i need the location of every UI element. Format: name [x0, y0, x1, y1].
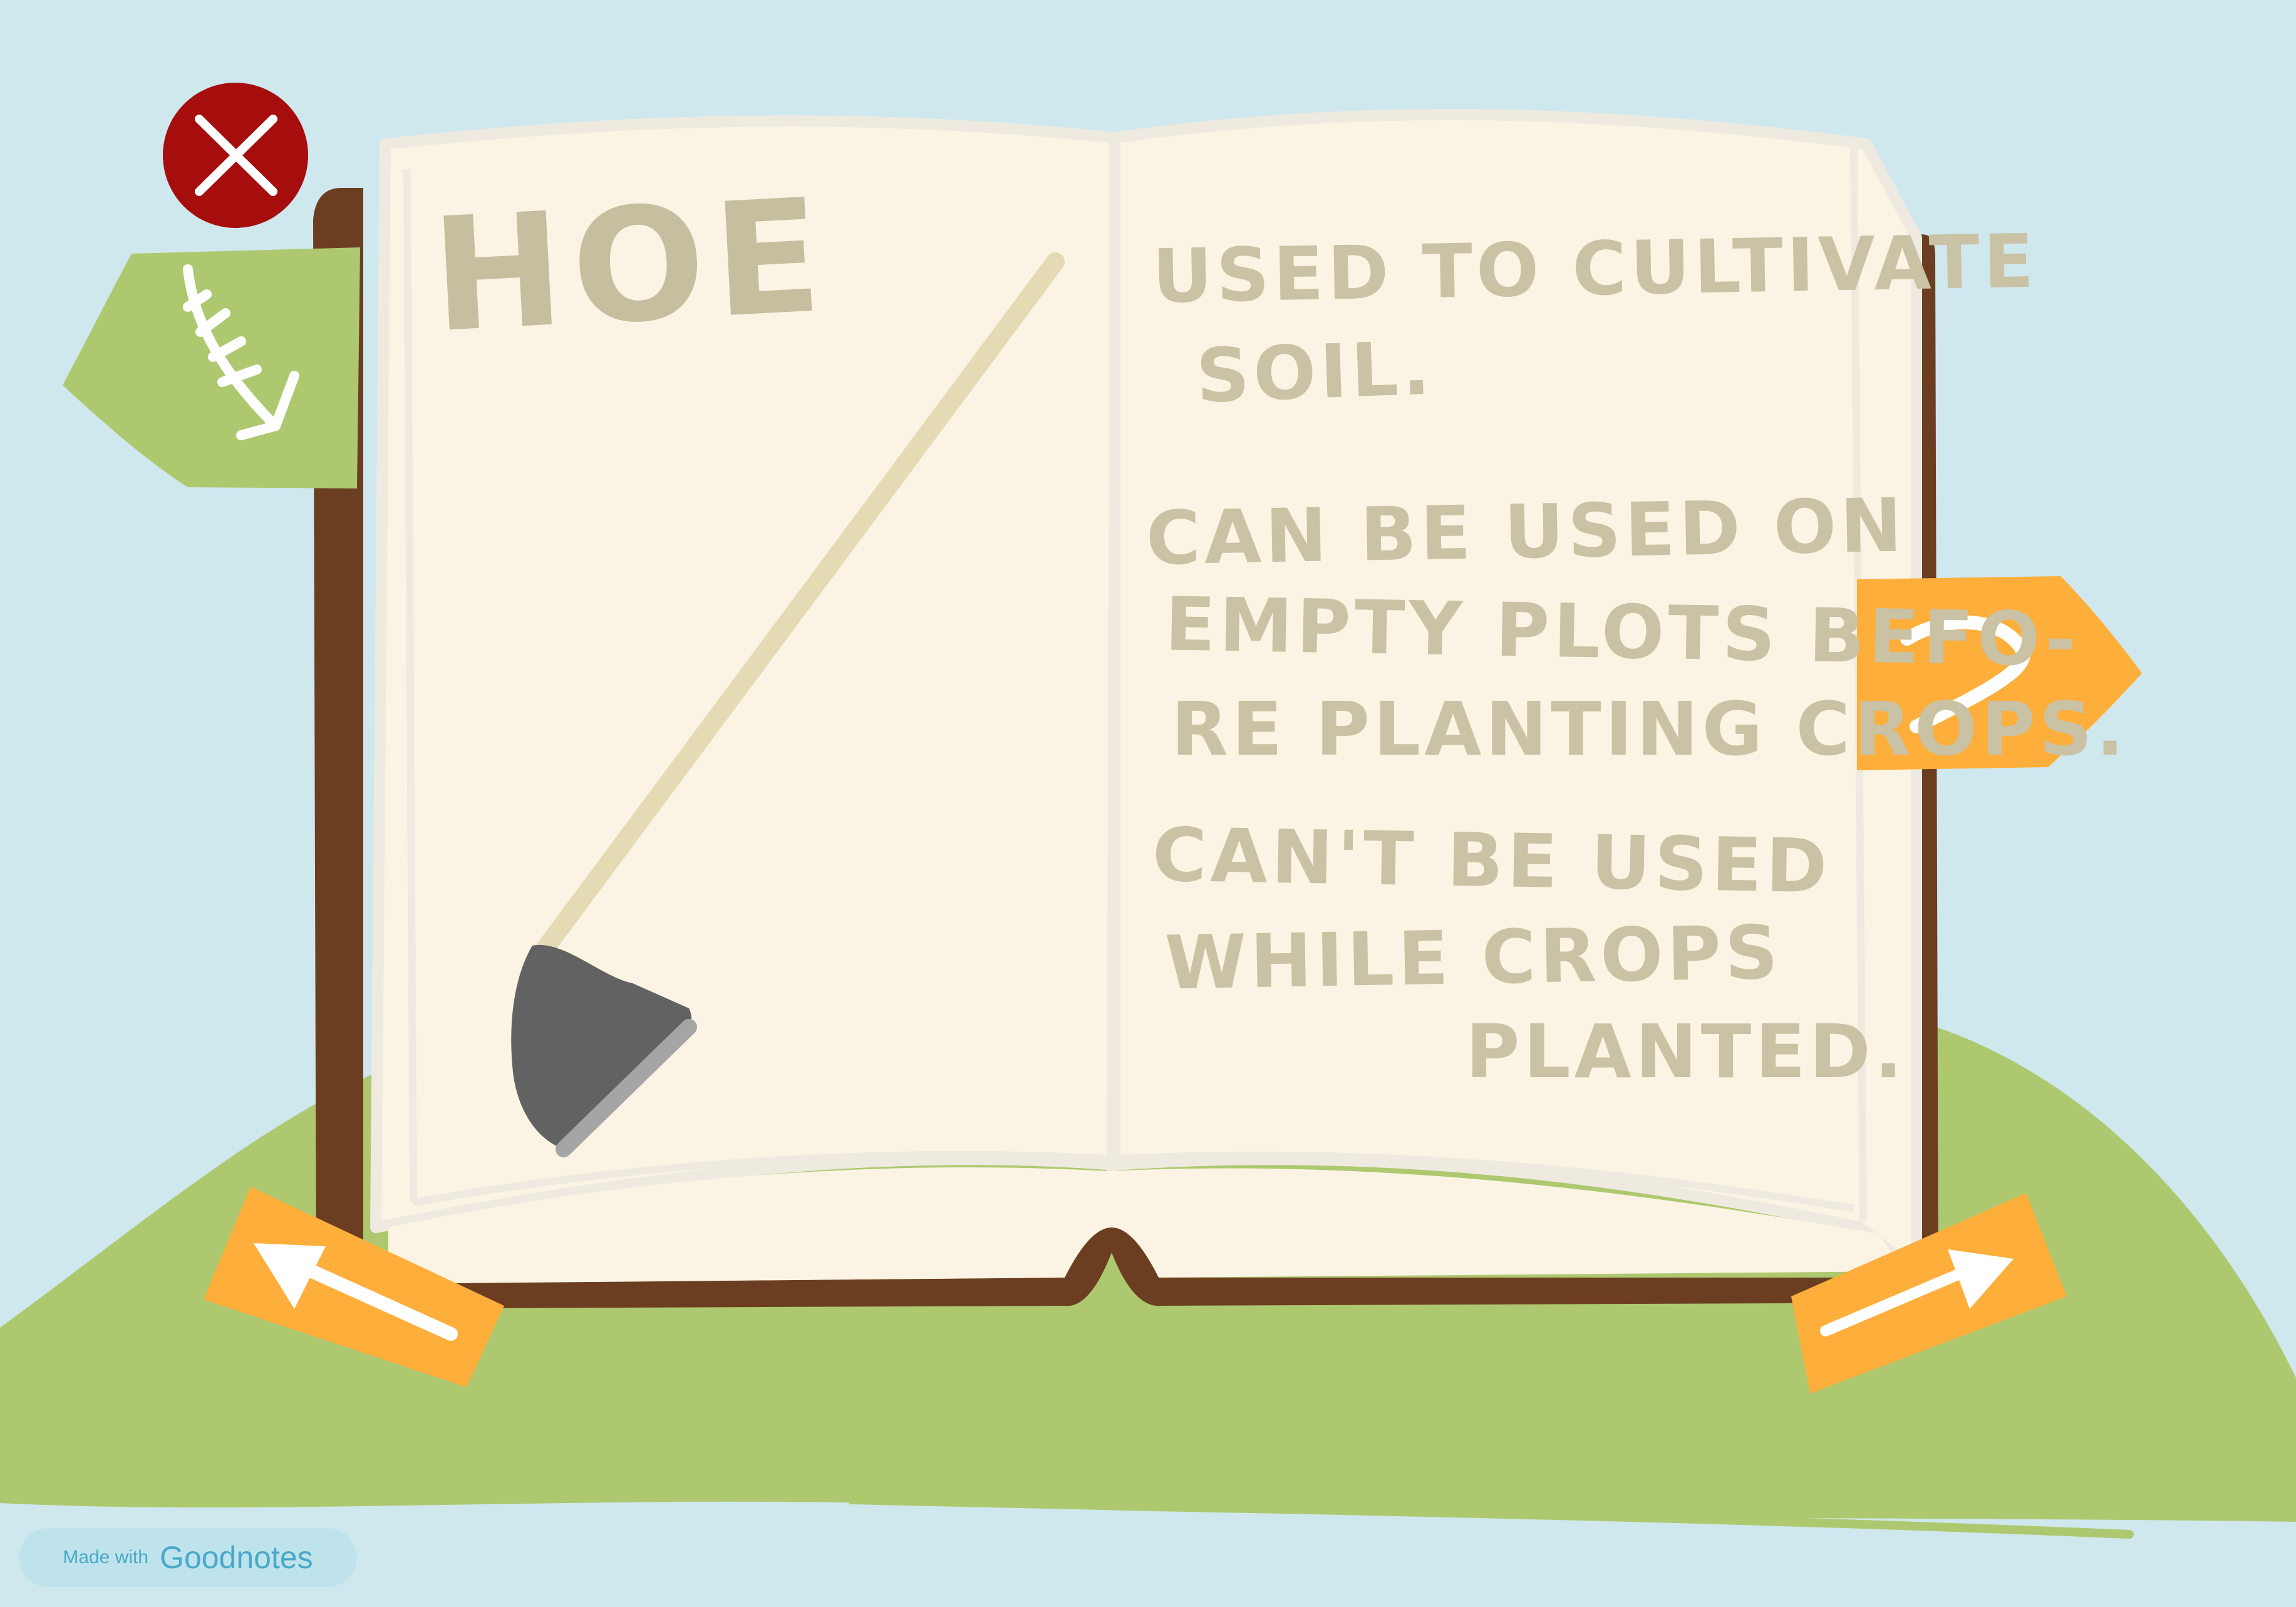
watermark-brand: Goodnotes — [160, 1540, 313, 1575]
game-scene — [0, 0, 2296, 1607]
book-spine — [1107, 137, 1120, 1172]
right-page — [1109, 109, 1922, 1277]
watermark-prefix: Made with — [63, 1547, 149, 1568]
goodnotes-watermark: Made with Goodnotes — [19, 1528, 357, 1587]
close-button[interactable] — [163, 83, 308, 228]
